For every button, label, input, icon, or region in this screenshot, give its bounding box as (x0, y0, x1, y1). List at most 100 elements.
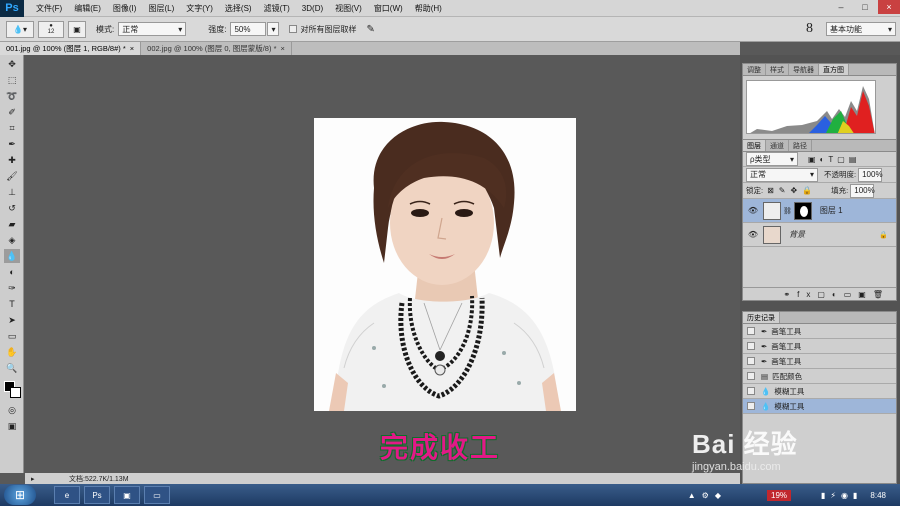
tab-doc-002[interactable]: 002.jpg @ 100% (图层 0, 图层蒙版/8) * × (141, 42, 292, 55)
eyedropper-tool-icon[interactable]: ✒ (4, 137, 20, 151)
tab-channels[interactable]: 通道 (766, 140, 789, 151)
taskbar-folder-icon[interactable]: ▭ (144, 486, 170, 504)
brush-preset-picker[interactable]: ● 12 (38, 20, 64, 38)
fill-input[interactable]: 100% (850, 183, 875, 198)
strength-input[interactable]: 50% (230, 22, 267, 36)
history-checkbox[interactable] (747, 372, 755, 380)
paint-bucket-tool-icon[interactable]: ◈ (4, 233, 20, 247)
close-button[interactable]: × (878, 0, 900, 14)
history-item[interactable]: ✒ 画笔工具 (743, 339, 896, 354)
tool-preset-picker[interactable]: 💧▾ (6, 20, 34, 38)
layer-name[interactable]: 背景 (789, 229, 805, 240)
taskbar-photoshop-icon[interactable]: Ps (84, 486, 110, 504)
history-item[interactable]: ▤ 匹配颜色 (743, 369, 896, 384)
menu-item-file[interactable]: 文件(F) (30, 3, 68, 14)
marquee-tool-icon[interactable]: ⬚ (4, 73, 20, 87)
caption-text: 完成收工 (380, 431, 501, 464)
close-icon[interactable]: × (280, 44, 284, 53)
pen-tool-icon[interactable]: ✑ (4, 281, 20, 295)
document-canvas-photo[interactable] (314, 118, 576, 411)
eraser-tool-icon[interactable]: ▰ (4, 217, 20, 231)
history-item[interactable]: ✒ 画笔工具 (743, 354, 896, 369)
blur-tool-icon[interactable]: 💧 (4, 249, 20, 263)
tab-doc-001[interactable]: 001.jpg @ 100% (图层 1, RGB/8#) * × (0, 42, 142, 55)
layer-row-1[interactable]: 👁 ⛓ 图层 1 (743, 199, 896, 223)
quick-select-tool-icon[interactable]: ✐ (4, 105, 20, 119)
menu-item-window[interactable]: 窗口(W) (368, 3, 409, 14)
menu-item-view[interactable]: 视图(V) (329, 3, 368, 14)
quick-mask-icon[interactable]: ◎ (4, 403, 20, 417)
type-tool-icon[interactable]: T (4, 297, 20, 311)
mode-select[interactable]: 正常 ▾ (118, 22, 187, 36)
rectangle-tool-icon[interactable]: ▭ (4, 329, 20, 343)
brush-icon: ✒ (761, 326, 768, 336)
history-checkbox[interactable] (747, 327, 755, 335)
tray-icons[interactable]: ▲⚙◆ (688, 491, 727, 500)
eye-icon[interactable]: 👁 (747, 230, 759, 239)
doc-info[interactable]: 文档:522.7K/1.13M (69, 474, 129, 484)
crop-tool-icon[interactable]: ⌗ (4, 121, 20, 135)
opacity-input[interactable]: 100% (858, 167, 883, 182)
brush-tool-icon[interactable]: 🖌 (4, 169, 20, 183)
history-brush-tool-icon[interactable]: ↺ (4, 201, 20, 215)
menu-item-help[interactable]: 帮助(H) (409, 3, 448, 14)
minimize-button[interactable]: – (830, 0, 852, 14)
menu-item-layer[interactable]: 图层(L) (142, 3, 180, 14)
layer-filter-icons[interactable]: ▣◐T▢▤ (808, 155, 860, 164)
layer-mask-thumbnail[interactable] (793, 201, 812, 220)
history-item[interactable]: 💧 模糊工具 (743, 384, 896, 399)
tab-history[interactable]: 历史记录 (743, 312, 780, 323)
close-icon[interactable]: × (130, 44, 134, 53)
workspace-select[interactable]: 基本功能 ▾ (826, 22, 896, 36)
color-swatches[interactable] (2, 379, 22, 399)
screen-mode-icon[interactable]: ▣ (4, 419, 20, 433)
history-checkbox[interactable] (747, 402, 755, 410)
tab-navigator[interactable]: 导航器 (789, 64, 819, 75)
status-arrow-icon[interactable]: ▸ (31, 475, 35, 483)
path-select-tool-icon[interactable]: ➤ (4, 313, 20, 327)
maximize-button[interactable]: □ (854, 0, 876, 14)
battery-indicator[interactable]: 19% (767, 489, 792, 501)
tab-adjustments[interactable]: 调整 (743, 64, 766, 75)
blend-mode-select[interactable]: 正常 ▾ (746, 167, 818, 182)
clone-stamp-tool-icon[interactable]: ⊥ (4, 185, 20, 199)
history-checkbox[interactable] (747, 342, 755, 350)
taskbar-ie-icon[interactable]: e (54, 486, 80, 504)
layer-name[interactable]: 图层 1 (820, 205, 843, 216)
taskbar-image-viewer-icon[interactable]: ▣ (114, 486, 140, 504)
menu-item-filter[interactable]: 滤镜(T) (258, 3, 296, 14)
lasso-tool-icon[interactable]: ➰ (4, 89, 20, 103)
strength-dropdown[interactable]: ▾ (267, 22, 280, 36)
layers-footer-icons[interactable]: ⚭fx▢◐▭▣🗑 (743, 287, 896, 300)
menu-item-image[interactable]: 图像(I) (107, 3, 143, 14)
move-tool-icon[interactable]: ✥ (4, 57, 20, 71)
history-checkbox[interactable] (747, 357, 755, 365)
healing-brush-tool-icon[interactable]: ✚ (4, 153, 20, 167)
menu-item-3d[interactable]: 3D(D) (296, 4, 329, 13)
menu-item-type[interactable]: 文字(Y) (180, 3, 219, 14)
tab-histogram[interactable]: 直方图 (819, 64, 849, 75)
clock[interactable]: 8:48 (870, 491, 886, 500)
lock-icons[interactable]: ⊠✎✥🔒 (767, 186, 817, 195)
eye-icon[interactable]: 👁 (747, 206, 759, 215)
tab-layers[interactable]: 图层 (743, 140, 766, 151)
link-icon[interactable]: ⛓ (783, 207, 792, 215)
zoom-tool-icon[interactable]: 🔍 (4, 361, 20, 375)
layer-filter-select[interactable]: ρ类型 ▾ (746, 152, 798, 166)
menu-item-edit[interactable]: 编辑(E) (68, 3, 107, 14)
sample-all-checkbox[interactable] (289, 25, 298, 33)
dodge-tool-icon[interactable]: ◐ (4, 265, 20, 279)
history-item[interactable]: ✒ 画笔工具 (743, 324, 896, 339)
layer-row-background[interactable]: 👁 背景 🔒 (743, 223, 896, 247)
background-color-swatch[interactable] (10, 387, 21, 398)
tray-status-icons[interactable]: ▮⚡◉▮ (821, 491, 862, 500)
start-button[interactable]: ⊞ (4, 485, 36, 505)
history-item-active[interactable]: 💧 模糊工具 (743, 399, 896, 414)
menu-item-select[interactable]: 选择(S) (219, 3, 258, 14)
tab-paths[interactable]: 路径 (789, 140, 812, 151)
pressure-icon[interactable]: ✎ (366, 24, 374, 35)
brush-panel-toggle[interactable]: ▣ (68, 20, 86, 38)
history-checkbox[interactable] (747, 387, 755, 395)
tab-styles[interactable]: 样式 (766, 64, 789, 75)
hand-tool-icon[interactable]: ✋ (4, 345, 20, 359)
